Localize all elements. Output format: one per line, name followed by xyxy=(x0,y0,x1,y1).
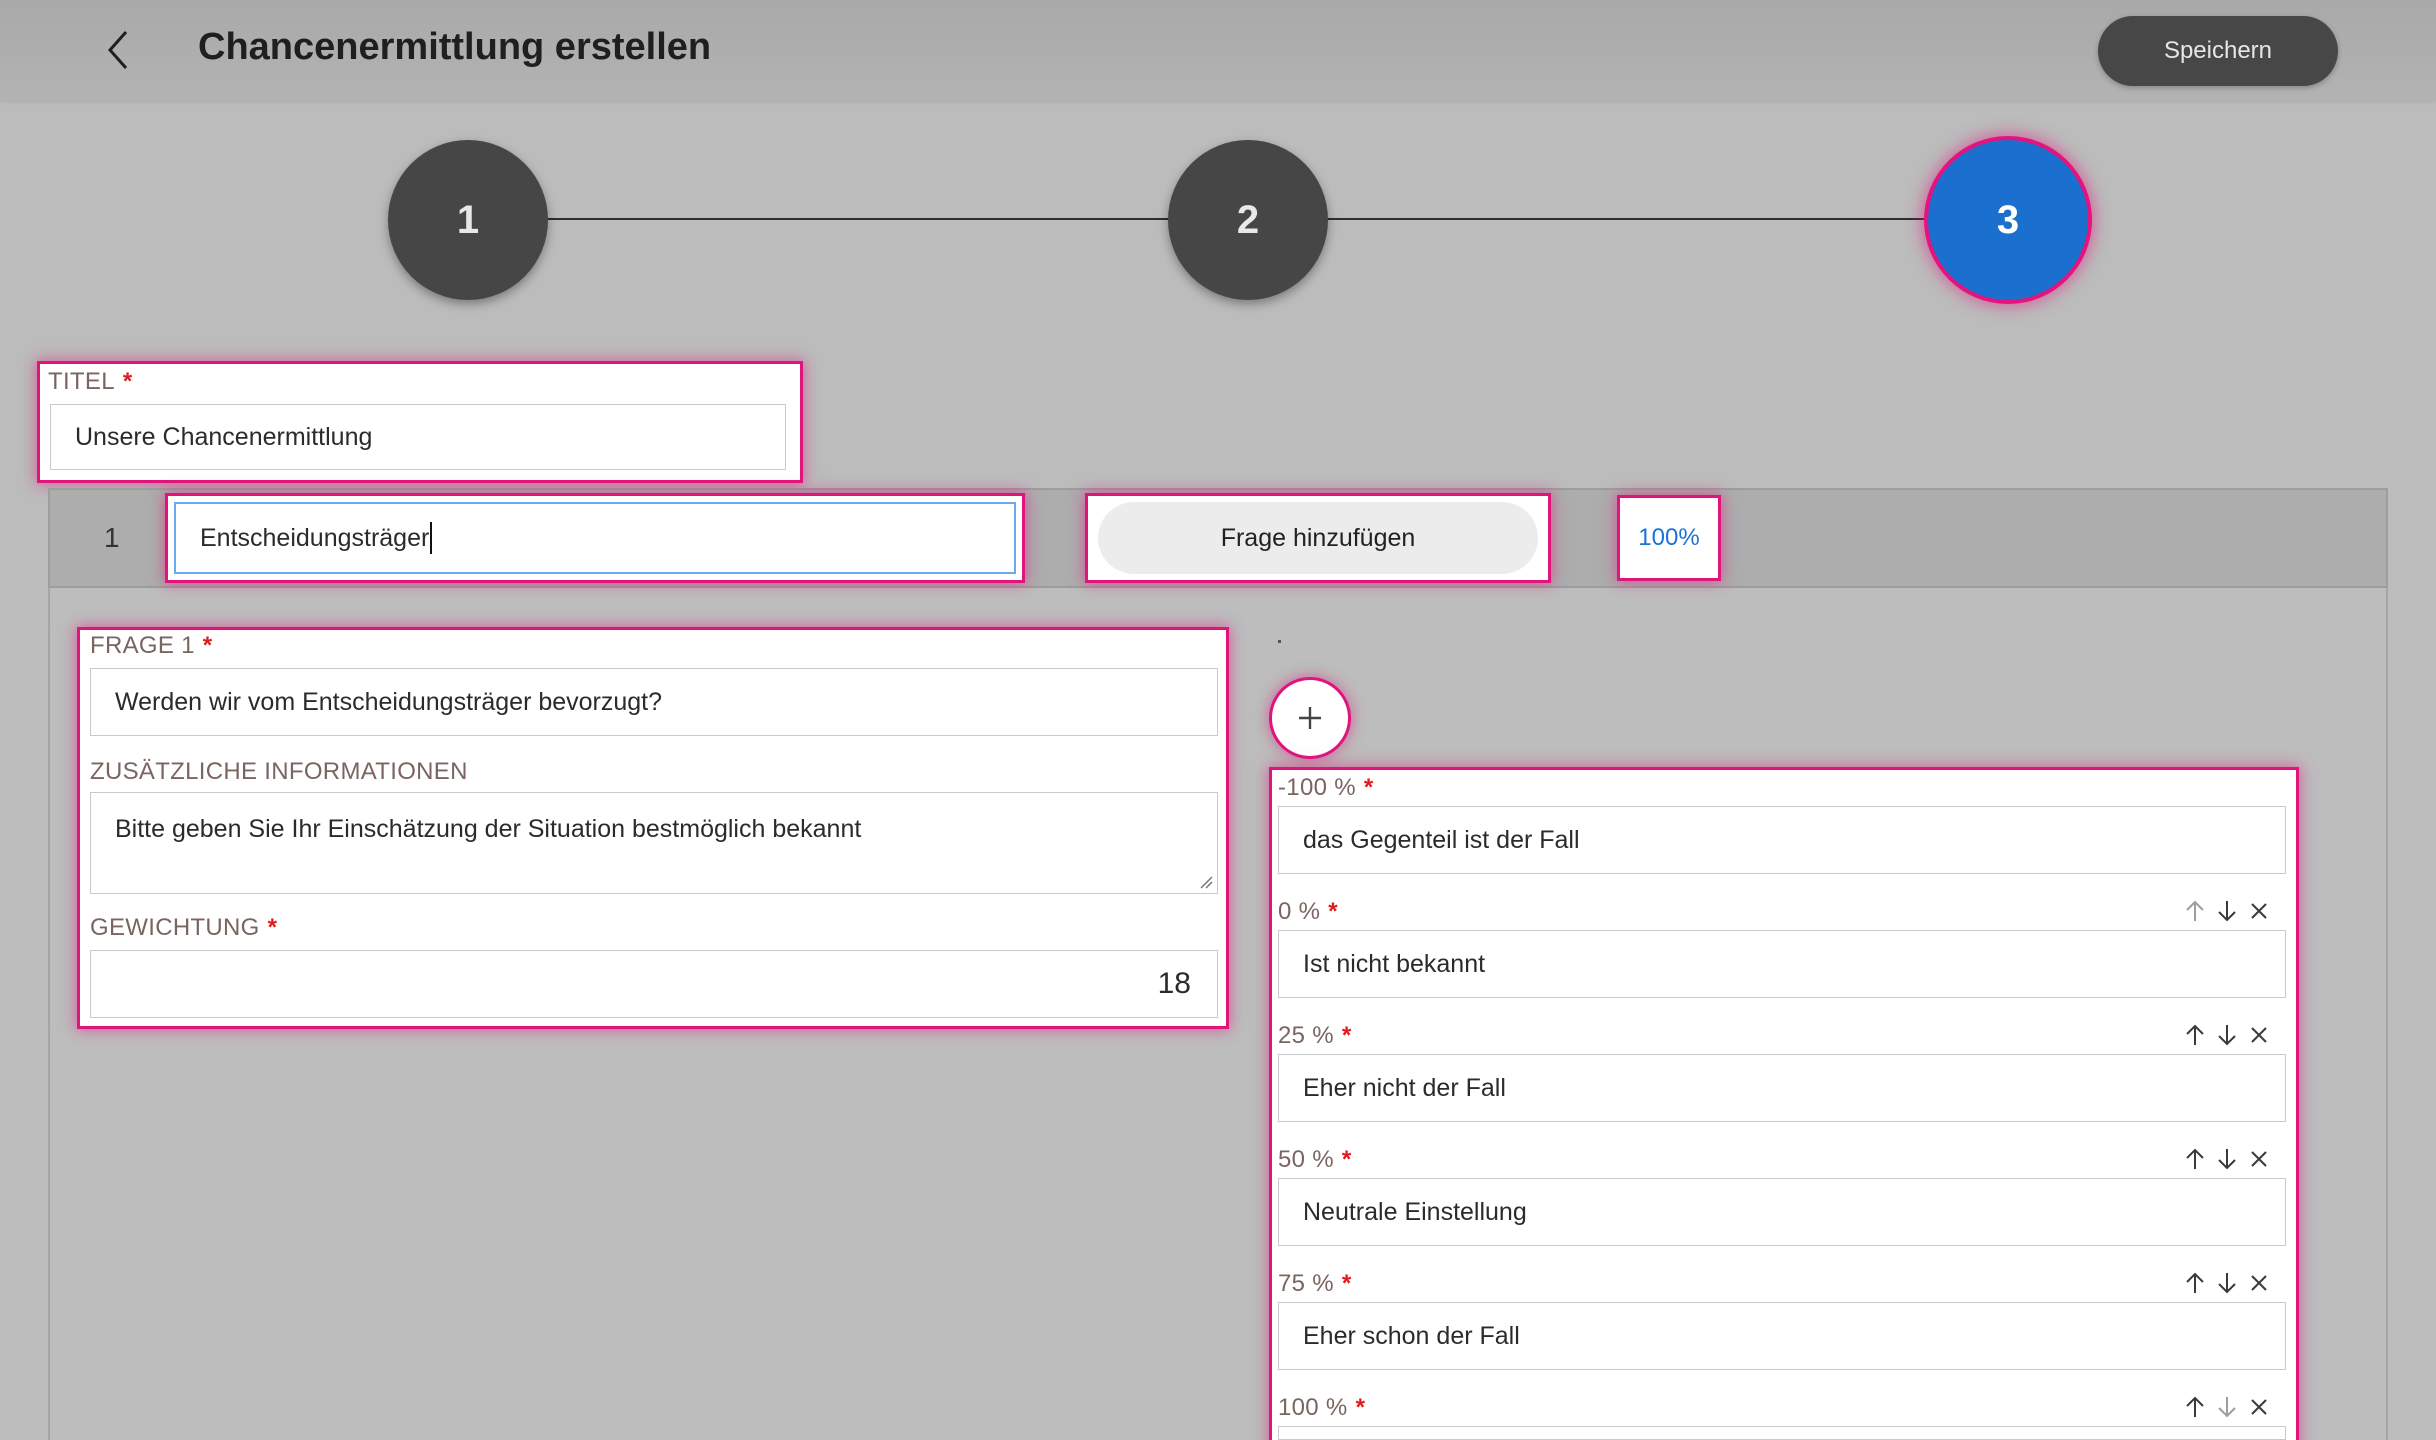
answer-percent-value: 50 % xyxy=(1278,1146,1334,1173)
arrow-down-icon xyxy=(2218,1397,2236,1418)
section-name-input[interactable]: Entscheidungsträger xyxy=(174,502,1016,574)
answer-percent-label: 0 % * xyxy=(1278,898,1338,926)
answer-percent-label: 100 % * xyxy=(1278,1394,1365,1422)
answer-input[interactable] xyxy=(1278,1426,2286,1440)
step-1[interactable]: 1 xyxy=(388,140,548,300)
back-button[interactable] xyxy=(92,24,144,76)
arrow-up-icon xyxy=(2186,1272,2204,1293)
required-mark: * xyxy=(1363,774,1374,801)
required-mark: * xyxy=(1328,898,1338,925)
info-textarea[interactable]: Bitte geben Sie Ihr Einschätzung der Sit… xyxy=(90,792,1218,894)
info-label: ZUSÄTZLICHE INFORMATIONEN xyxy=(90,758,468,785)
move-down-button[interactable] xyxy=(2212,1020,2242,1050)
delete-answer-button[interactable] xyxy=(2244,1268,2274,1298)
section-name-value: Entscheidungsträger xyxy=(200,523,430,552)
weight-label-text: GEWICHTUNG xyxy=(90,914,260,941)
weight-input[interactable]: 18 xyxy=(90,950,1218,1018)
arrow-down-icon xyxy=(2218,1149,2236,1170)
close-icon xyxy=(2251,1275,2267,1291)
required-mark: * xyxy=(1341,1270,1352,1297)
arrow-up-icon xyxy=(2186,900,2204,921)
step-connector xyxy=(548,218,1168,220)
answer-input[interactable]: Eher nicht der Fall xyxy=(1278,1054,2286,1122)
move-up-button[interactable] xyxy=(2180,1020,2210,1050)
answer-percent-label: 75 % * xyxy=(1278,1270,1352,1298)
question-label: FRAGE 1 * xyxy=(90,632,212,660)
arrow-down-icon xyxy=(2218,1273,2236,1294)
step-3-active[interactable]: 3 xyxy=(1928,140,2088,300)
separator-dot xyxy=(1278,640,1281,643)
required-mark: * xyxy=(122,368,133,395)
title-input[interactable]: Unsere Chancenermittlung xyxy=(50,404,786,470)
answer-percent-value: 75 % xyxy=(1278,1270,1334,1297)
required-mark: * xyxy=(1341,1022,1352,1049)
required-mark: * xyxy=(1355,1394,1366,1421)
move-down-button[interactable] xyxy=(2212,1268,2242,1298)
step-2[interactable]: 2 xyxy=(1168,140,1328,300)
move-down-button[interactable] xyxy=(2212,1144,2242,1174)
chevron-left-icon xyxy=(107,31,128,69)
answer-input[interactable]: Ist nicht bekannt xyxy=(1278,930,2286,998)
arrow-down-icon xyxy=(2218,1025,2236,1046)
title-label: TITEL * xyxy=(48,368,132,396)
delete-answer-button[interactable] xyxy=(2244,1144,2274,1174)
move-up-button[interactable] xyxy=(2180,1392,2210,1422)
title-label-text: TITEL xyxy=(48,368,115,395)
close-icon xyxy=(2251,1399,2267,1415)
resize-handle-icon[interactable] xyxy=(1199,875,1213,889)
move-down-button xyxy=(2212,1392,2242,1422)
arrow-up-icon xyxy=(2186,1396,2204,1417)
section-number: 1 xyxy=(104,522,120,553)
question-input[interactable]: Werden wir vom Entscheidungsträger bevor… xyxy=(90,668,1218,736)
required-mark: * xyxy=(202,632,213,659)
answer-percent-label: 25 % * xyxy=(1278,1022,1352,1050)
arrow-up-icon xyxy=(2186,1148,2204,1169)
move-down-button[interactable] xyxy=(2212,896,2242,926)
arrow-up-icon xyxy=(2186,1024,2204,1045)
delete-answer-button[interactable] xyxy=(2244,1392,2274,1422)
arrow-down-icon xyxy=(2218,901,2236,922)
answer-percent-value: 25 % xyxy=(1278,1022,1334,1049)
answer-percent-label: -100 % * xyxy=(1278,774,1373,802)
add-question-button[interactable]: Frage hinzufügen xyxy=(1098,502,1538,574)
plus-icon xyxy=(1299,707,1321,729)
text-caret xyxy=(430,522,433,554)
weight-label: GEWICHTUNG * xyxy=(90,914,277,942)
move-up-button[interactable] xyxy=(2180,1144,2210,1174)
answer-input[interactable]: Eher schon der Fall xyxy=(1278,1302,2286,1370)
percent-link[interactable]: 100% xyxy=(1620,500,1718,576)
required-mark: * xyxy=(1341,1146,1352,1173)
delete-answer-button[interactable] xyxy=(2244,1020,2274,1050)
required-mark: * xyxy=(267,914,278,941)
answer-percent-value: -100 % xyxy=(1278,774,1356,801)
answer-percent-label: 50 % * xyxy=(1278,1146,1352,1174)
answer-percent-value: 100 % xyxy=(1278,1394,1348,1421)
step-connector xyxy=(1328,218,1928,220)
info-textarea-value: Bitte geben Sie Ihr Einschätzung der Sit… xyxy=(115,815,862,843)
close-icon xyxy=(2251,1151,2267,1167)
move-up-button[interactable] xyxy=(2180,1268,2210,1298)
question-label-text: FRAGE 1 xyxy=(90,632,195,659)
answer-input[interactable]: Neutrale Einstellung xyxy=(1278,1178,2286,1246)
answer-input[interactable]: das Gegenteil ist der Fall xyxy=(1278,806,2286,874)
close-icon xyxy=(2251,903,2267,919)
save-button[interactable]: Speichern xyxy=(2098,16,2338,86)
close-icon xyxy=(2251,1027,2267,1043)
delete-answer-button[interactable] xyxy=(2244,896,2274,926)
page-title: Chancenermittlung erstellen xyxy=(198,26,712,68)
move-up-button xyxy=(2180,896,2210,926)
add-answer-button[interactable] xyxy=(1272,680,1348,756)
answer-percent-value: 0 % xyxy=(1278,898,1321,925)
